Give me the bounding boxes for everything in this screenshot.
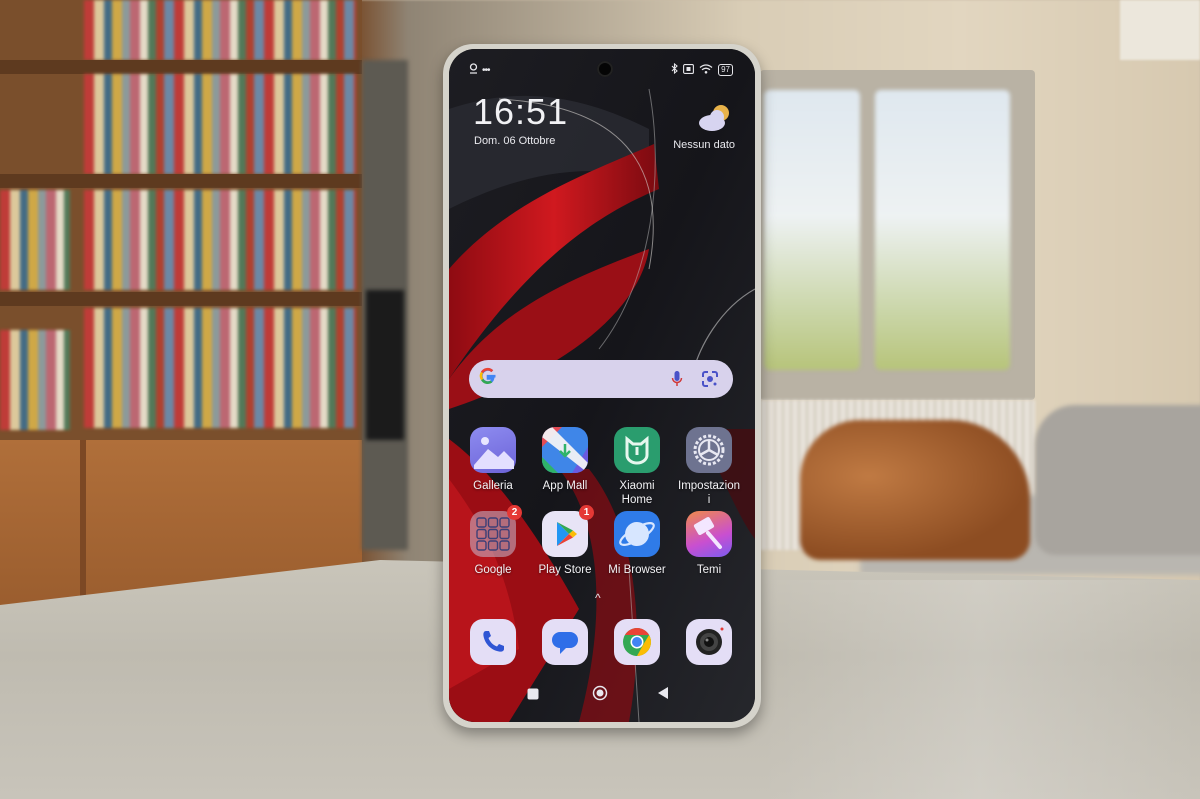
gallery-icon bbox=[470, 427, 516, 473]
dock-messages[interactable] bbox=[529, 619, 601, 665]
bluetooth-icon bbox=[671, 62, 678, 77]
phone-screen: ••• 97 16:51 Dom. 06 Ottobre Nessun dato… bbox=[449, 49, 755, 722]
doorway-shadow bbox=[366, 290, 404, 440]
notification-badge: 1 bbox=[579, 505, 594, 520]
google-logo-icon bbox=[479, 367, 497, 391]
wifi-icon bbox=[699, 63, 713, 77]
recents-button[interactable] bbox=[527, 687, 539, 705]
window-pane bbox=[764, 90, 860, 370]
back-button[interactable] bbox=[657, 686, 669, 705]
battery-icon: 97 bbox=[718, 64, 733, 76]
clock-time[interactable]: 16:51 bbox=[473, 91, 568, 133]
shelf bbox=[0, 174, 362, 188]
app-galleria[interactable]: Galleria bbox=[457, 427, 529, 493]
app-mall-icon bbox=[542, 427, 588, 473]
air-conditioner bbox=[1120, 0, 1200, 60]
app-xiaomi-home[interactable]: Xiaomi Home bbox=[601, 427, 673, 507]
window-pane bbox=[875, 90, 1010, 370]
books-row bbox=[84, 0, 356, 60]
clock-date[interactable]: Dom. 06 Ottobre bbox=[474, 135, 555, 147]
app-label: Google bbox=[474, 564, 512, 576]
front-camera bbox=[597, 61, 613, 77]
books-row bbox=[0, 190, 70, 290]
books-row bbox=[84, 308, 356, 428]
app-play-store[interactable]: 1 Play Store bbox=[529, 505, 601, 577]
app-mi-browser[interactable]: Mi Browser bbox=[601, 511, 673, 577]
books-row bbox=[0, 330, 70, 430]
window bbox=[760, 70, 1035, 400]
books-row bbox=[84, 74, 356, 174]
partly-cloudy-icon[interactable] bbox=[697, 103, 733, 133]
shelf bbox=[0, 292, 362, 306]
app-google-folder[interactable]: 2 Google bbox=[457, 505, 529, 577]
dock-chrome[interactable] bbox=[601, 619, 673, 665]
home-button[interactable] bbox=[592, 685, 608, 706]
app-app-mall[interactable]: App Mall bbox=[529, 427, 601, 493]
notification-badge: 2 bbox=[507, 505, 522, 520]
messages-icon bbox=[542, 619, 588, 665]
more-dots-icon: ••• bbox=[482, 64, 490, 76]
phone-icon bbox=[470, 619, 516, 665]
chrome-icon bbox=[614, 619, 660, 665]
smartphone: ••• 97 16:51 Dom. 06 Ottobre Nessun dato… bbox=[443, 44, 761, 728]
location-icon bbox=[469, 63, 478, 77]
sofa bbox=[1035, 405, 1200, 555]
app-label: Temi bbox=[696, 564, 722, 576]
google-lens-icon[interactable] bbox=[701, 370, 719, 393]
app-impostazioni[interactable]: Impostazioni bbox=[673, 427, 745, 507]
app-label: App Mall bbox=[542, 480, 588, 492]
armchair bbox=[800, 420, 1030, 560]
books-row bbox=[84, 190, 356, 290]
app-label: Play Store bbox=[538, 564, 592, 576]
app-label: Galleria bbox=[473, 480, 513, 492]
app-label: Mi Browser bbox=[608, 564, 666, 576]
camera-icon bbox=[686, 619, 732, 665]
shelf bbox=[0, 60, 362, 74]
navigation-bar bbox=[449, 684, 755, 702]
google-folder-icon: 2 bbox=[470, 505, 522, 557]
weather-status[interactable]: Nessun dato bbox=[673, 139, 735, 151]
app-label: Impostazioni bbox=[678, 480, 741, 506]
app-label: Xiaomi Home bbox=[619, 480, 655, 506]
nfc-icon bbox=[683, 63, 695, 77]
mi-browser-icon bbox=[614, 511, 660, 557]
themes-icon bbox=[686, 511, 732, 557]
table-reflection bbox=[760, 580, 1200, 799]
google-search-bar[interactable] bbox=[469, 360, 733, 398]
microphone-icon[interactable] bbox=[671, 370, 683, 393]
settings-icon bbox=[686, 427, 732, 473]
app-temi[interactable]: Temi bbox=[673, 511, 745, 577]
xiaomi-home-icon bbox=[614, 427, 660, 473]
app-drawer-chevron-up-icon[interactable]: ^ bbox=[595, 591, 601, 605]
dock-phone[interactable] bbox=[457, 619, 529, 665]
dock-camera[interactable] bbox=[673, 619, 745, 665]
play-store-icon: 1 bbox=[542, 505, 594, 557]
